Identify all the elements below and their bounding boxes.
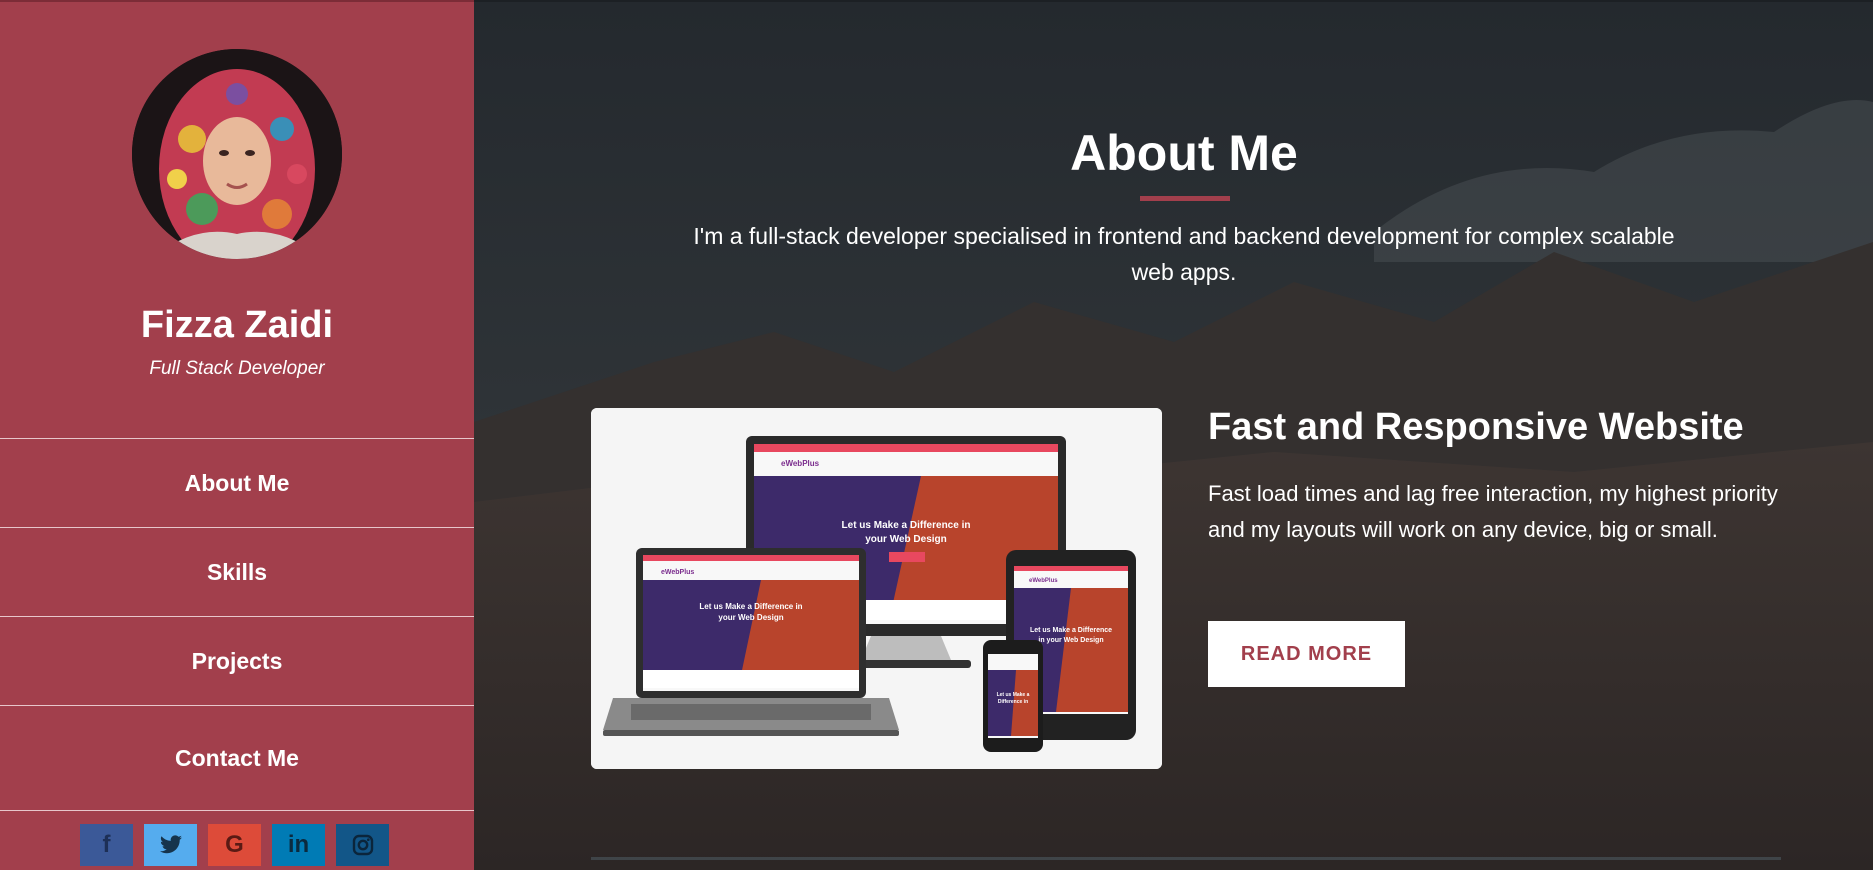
svg-text:eWebPlus: eWebPlus [661,569,694,576]
main-content: About Me I'm a full-stack developer spec… [474,0,1873,870]
section-divider [591,857,1781,860]
nav-item-projects[interactable]: Projects [0,616,474,705]
read-more-button[interactable]: READ MORE [1208,621,1405,687]
svg-text:Let us Make a Difference: Let us Make a Difference [1030,627,1112,634]
sidebar: Fizza Zaidi Full Stack Developer About M… [0,0,474,870]
linkedin-icon[interactable]: in [272,824,325,866]
nav-item-skills[interactable]: Skills [0,527,474,616]
svg-text:Difference in: Difference in [998,699,1028,705]
svg-text:Let us Make a Difference in: Let us Make a Difference in [842,520,971,531]
svg-text:Let us Make a Difference in: Let us Make a Difference in [699,602,802,611]
feature-description: Fast load times and lag free interaction… [1208,481,1778,542]
page-title: About Me [1070,125,1298,181]
twitter-icon[interactable] [144,824,197,866]
social-links: f G in [80,824,389,866]
responsive-devices-image: Let us Make a Difference in your Web Des… [591,408,1162,769]
nav-item-contact-me[interactable]: Contact Me [0,705,474,811]
profile-role: Full Stack Developer [149,358,325,379]
sidebar-nav: About Me Skills Projects Contact Me [0,438,474,811]
avatar [132,49,342,259]
svg-text:eWebPlus: eWebPlus [1029,578,1058,584]
intro-text: I'm a full-stack developer specialised i… [693,223,1675,285]
google-icon[interactable]: G [208,824,261,866]
svg-text:your Web Design: your Web Design [718,613,783,622]
feature-title: Fast and Responsive Website [1208,406,1744,448]
title-underline [1140,196,1230,201]
svg-text:Let us Make a: Let us Make a [997,692,1030,698]
svg-text:in your Web Design: in your Web Design [1038,637,1103,644]
profile-name: Fizza Zaidi [140,304,334,346]
facebook-icon[interactable]: f [80,824,133,866]
nav-item-about-me[interactable]: About Me [0,438,474,527]
svg-text:eWebPlus: eWebPlus [781,459,820,468]
svg-text:your Web Design: your Web Design [865,534,947,545]
instagram-icon[interactable] [336,824,389,866]
